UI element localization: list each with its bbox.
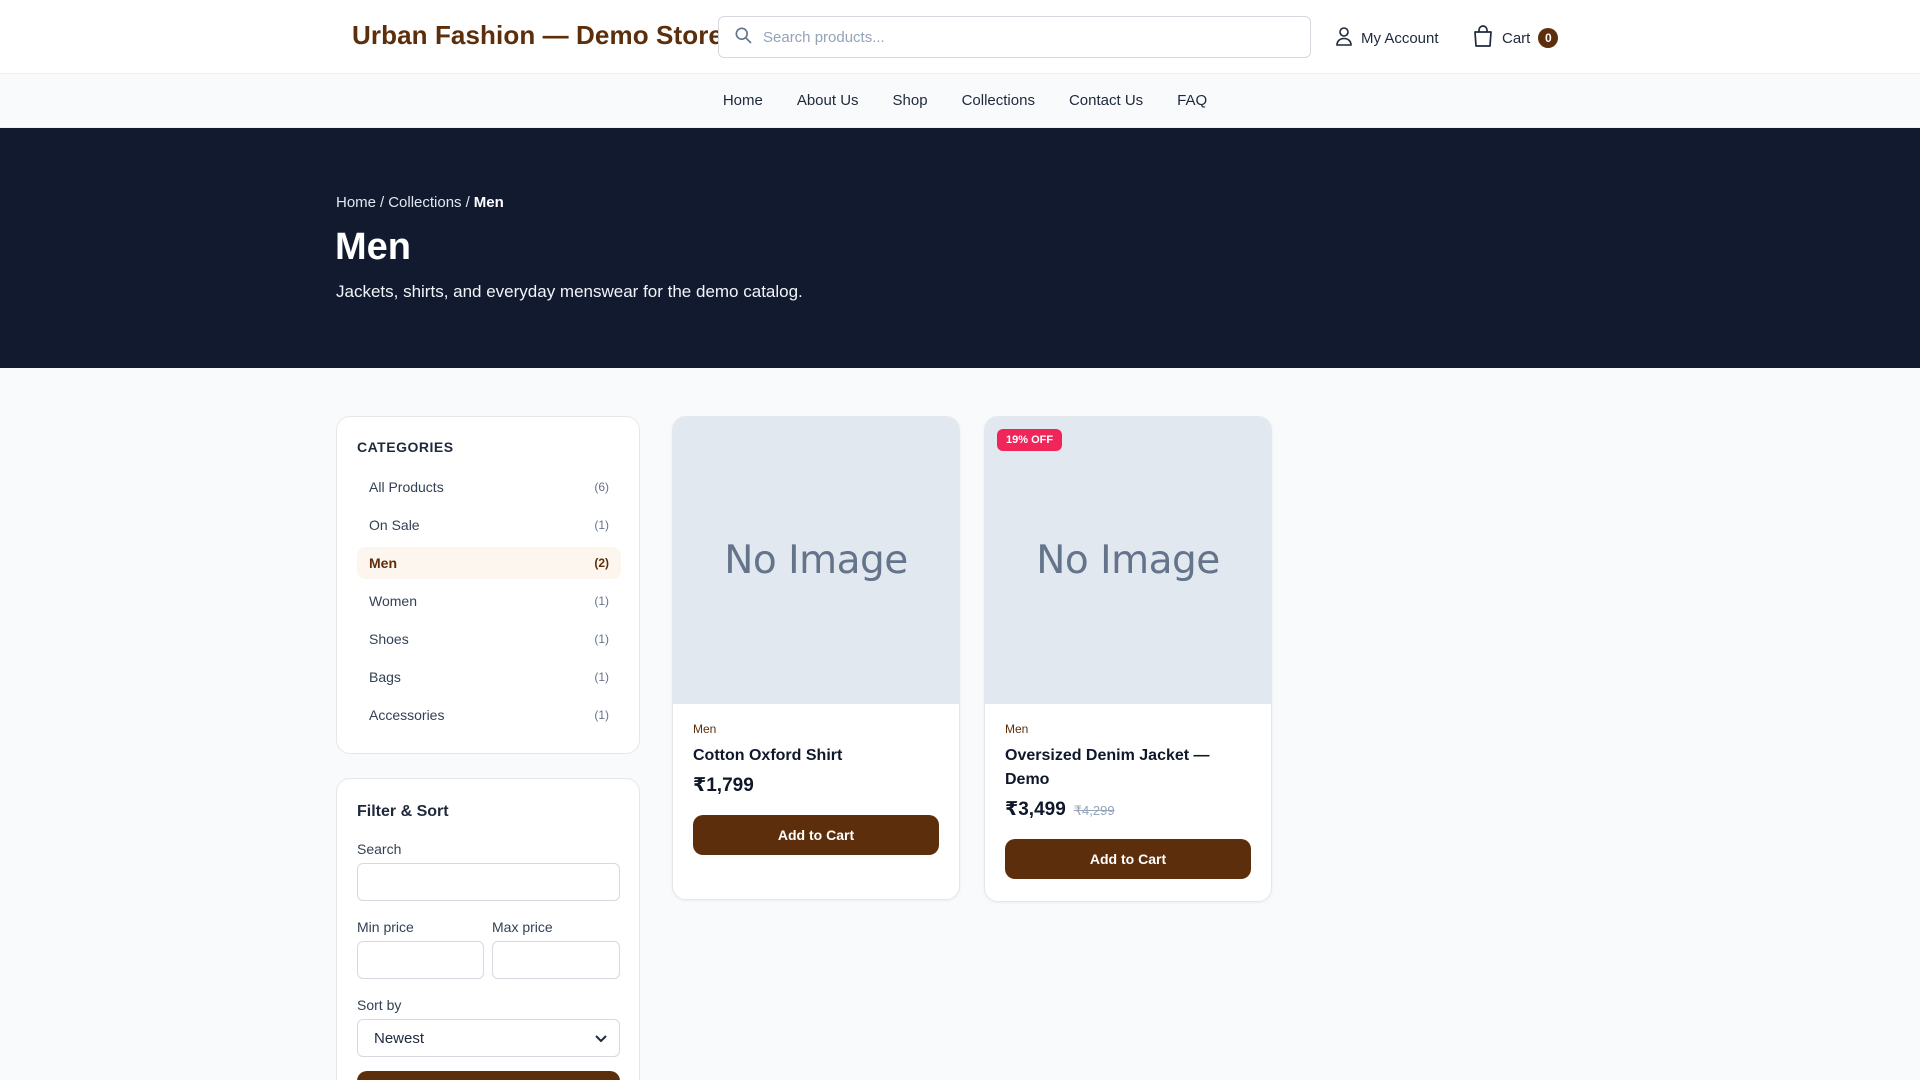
breadcrumb-separator: / (380, 194, 385, 211)
user-icon (1335, 26, 1361, 50)
add-to-cart-button[interactable]: Add to Cart (1005, 839, 1251, 879)
category-all-products[interactable]: All Products (6) (357, 471, 621, 503)
category-count: (2) (594, 556, 609, 570)
sort-by-value: Newest (374, 1029, 425, 1047)
category-shoes[interactable]: Shoes (1) (357, 623, 621, 655)
product-card[interactable]: No Image Men Cotton Oxford Shirt ₹1,799 … (672, 416, 960, 900)
breadcrumb-separator: / (465, 194, 470, 211)
product-price-row: ₹1,799 (693, 774, 939, 797)
min-price-label: Min price (357, 919, 414, 935)
category-men[interactable]: Men (2) (357, 547, 621, 579)
product-name[interactable]: Cotton Oxford Shirt (693, 744, 939, 768)
search-filter-input[interactable] (357, 863, 620, 901)
product-price: ₹1,799 (693, 775, 754, 796)
product-original-price: ₹4,299 (1073, 803, 1115, 818)
nav-contact-us[interactable]: Contact Us (1069, 92, 1143, 109)
category-women[interactable]: Women (1) (357, 585, 621, 617)
chevron-down-icon (595, 1030, 607, 1047)
collection-hero: Home / Collections / Men Men Jackets, shirts… (0, 128, 1920, 368)
category-label: Men (369, 555, 397, 571)
category-label: On Sale (369, 517, 420, 533)
discount-badge: 19% OFF (997, 429, 1063, 451)
max-price-input[interactable] (492, 941, 620, 979)
category-count: (1) (594, 594, 609, 608)
product-price: ₹3,499 (1005, 799, 1066, 820)
category-count: (1) (594, 708, 609, 722)
category-count: (1) (594, 670, 609, 684)
categories-panel: CATEGORIES All Products (6) On Sale (1) … (336, 416, 640, 754)
page-title: Men (335, 226, 411, 268)
breadcrumb-current: Men (473, 194, 504, 211)
category-accessories[interactable]: Accessories (1) (357, 699, 621, 731)
product-price-row: ₹3,499 ₹4,299 (1005, 798, 1251, 821)
no-image-text: No Image (1036, 538, 1220, 583)
breadcrumb: Home / Collections / Men (336, 194, 504, 211)
search-input[interactable] (763, 28, 1283, 46)
min-price-input[interactable] (357, 941, 484, 979)
sort-by-select[interactable]: Newest (357, 1019, 620, 1057)
breadcrumb-collections[interactable]: Collections (388, 194, 461, 211)
category-on-sale[interactable]: On Sale (1) (357, 509, 621, 541)
category-bags[interactable]: Bags (1) (357, 661, 621, 693)
categories-heading: CATEGORIES (357, 439, 454, 455)
sort-by-label: Sort by (357, 997, 402, 1013)
search-icon (733, 25, 753, 50)
cart-link[interactable]: Cart 0 (1472, 24, 1559, 52)
category-label: Shoes (369, 631, 409, 647)
product-category: Men (1005, 722, 1029, 736)
product-image-placeholder[interactable]: No Image 19% OFF (985, 417, 1271, 704)
top-bar: Urban Fashion — Demo Store My Account Ca… (0, 0, 1920, 74)
search-filter-label: Search (357, 841, 402, 857)
apply-filters-button[interactable] (357, 1071, 620, 1080)
shopping-bag-icon (1472, 24, 1502, 52)
breadcrumb-home[interactable]: Home (336, 194, 376, 211)
filter-sort-panel: Filter & Sort Search Min price Max price… (336, 778, 640, 1080)
main-nav: Home About Us Shop Collections Contact U… (0, 74, 1920, 128)
search-box[interactable] (718, 16, 1311, 58)
cart-label: Cart (1502, 29, 1531, 47)
my-account-link[interactable]: My Account (1335, 26, 1439, 50)
product-category: Men (693, 722, 717, 736)
nav-home[interactable]: Home (723, 92, 763, 109)
product-details: Men Cotton Oxford Shirt ₹1,799 Add to Ca… (673, 704, 959, 855)
page-subtitle: Jackets, shirts, and everyday menswear f… (336, 282, 803, 301)
store-logo[interactable]: Urban Fashion — Demo Store (352, 20, 723, 51)
product-card[interactable]: No Image 19% OFF Men Oversized Denim Jac… (984, 416, 1272, 902)
category-label: Bags (369, 669, 401, 685)
nav-faq[interactable]: FAQ (1177, 92, 1207, 109)
filter-sort-heading: Filter & Sort (357, 803, 449, 820)
category-label: All Products (369, 479, 444, 495)
add-to-cart-button[interactable]: Add to Cart (693, 815, 939, 855)
nav-shop[interactable]: Shop (893, 92, 928, 109)
product-name[interactable]: Oversized Denim Jacket — Demo (1005, 744, 1251, 792)
product-details: Men Oversized Denim Jacket — Demo ₹3,499… (985, 704, 1271, 879)
no-image-text: No Image (724, 538, 908, 583)
nav-collections[interactable]: Collections (962, 92, 1035, 109)
category-count: (1) (594, 632, 609, 646)
category-list: All Products (6) On Sale (1) Men (2) Wom… (357, 471, 621, 737)
category-label: Women (369, 593, 417, 609)
category-count: (6) (594, 480, 609, 494)
cart-count-badge: 0 (1538, 28, 1559, 48)
nav-about-us[interactable]: About Us (797, 92, 859, 109)
product-image-placeholder[interactable]: No Image (673, 417, 959, 704)
max-price-label: Max price (492, 919, 553, 935)
category-label: Accessories (369, 707, 445, 723)
my-account-label: My Account (1361, 29, 1439, 47)
category-count: (1) (594, 518, 609, 532)
